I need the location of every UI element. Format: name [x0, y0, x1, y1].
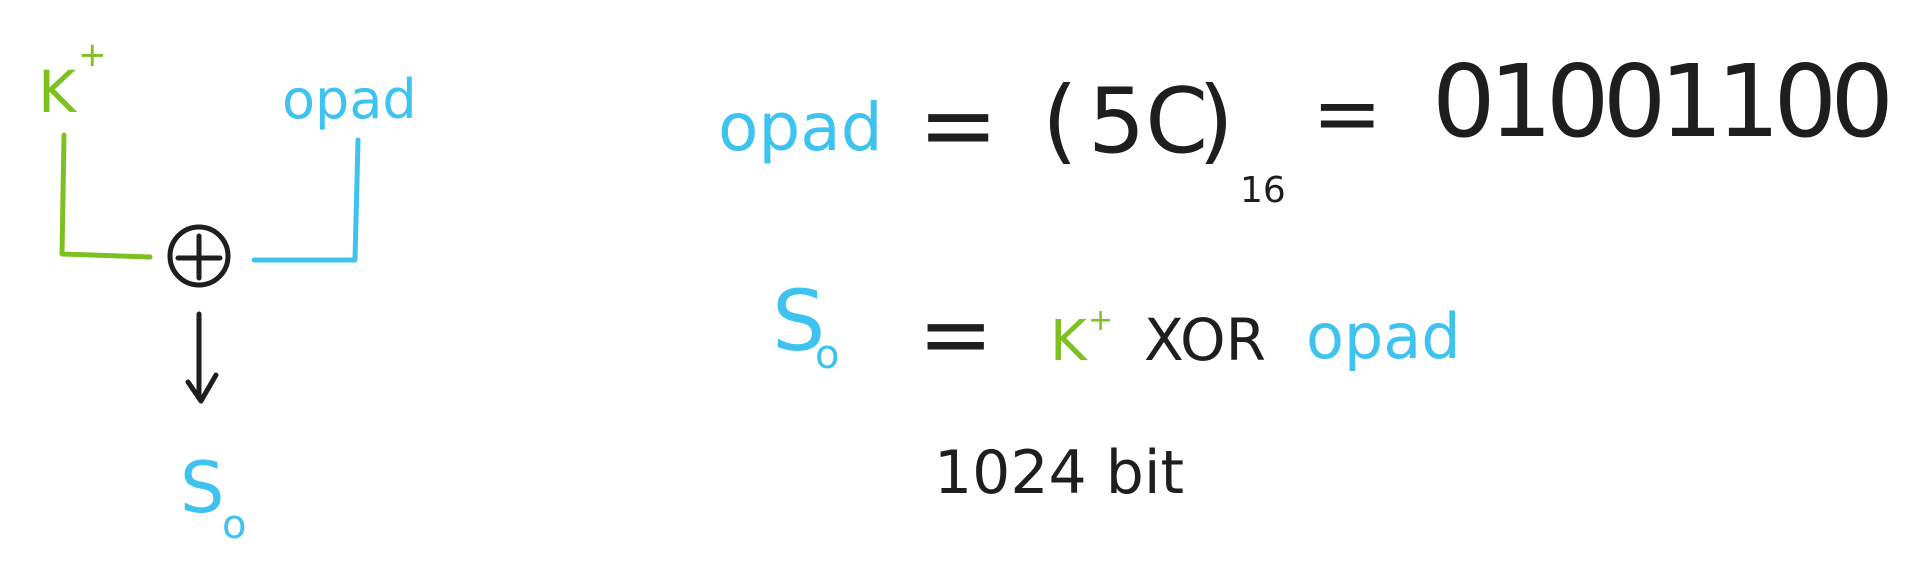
- k-plus-connector: [59, 132, 153, 260]
- output-s-subscript: o: [222, 502, 246, 548]
- eq2-xor-operator: XOR: [1144, 306, 1266, 374]
- diagram-canvas: K + opad S o opad = ( 5C ) 16 = 01001100…: [38, 35, 1894, 548]
- eq1-hex-close-paren: ): [1198, 67, 1234, 174]
- eq1-binary: 01001100: [1432, 43, 1894, 160]
- eq2-k-label: K: [1050, 309, 1088, 374]
- down-arrow-icon: [185, 311, 219, 404]
- eq2-k-superscript: +: [1088, 303, 1113, 338]
- eq2-s-subscript: o: [815, 332, 839, 378]
- opad-label: opad: [282, 68, 417, 131]
- eq1-opad: opad: [718, 89, 883, 166]
- eq1-hex-value: 5C: [1088, 69, 1208, 174]
- xor-icon: [167, 224, 231, 288]
- eq1-equals: =: [918, 69, 998, 181]
- k-plus-label: K: [38, 58, 78, 126]
- eq1-hex-base: 16: [1240, 170, 1286, 211]
- eq1-equals-2: =: [1312, 64, 1382, 162]
- output-s-label: S: [180, 447, 224, 529]
- eq1-hex-open-paren: (: [1042, 67, 1078, 174]
- k-plus-superscript: +: [78, 35, 107, 75]
- size-note: 1024 bit: [934, 438, 1184, 508]
- eq2-opad: opad: [1306, 300, 1461, 373]
- opad-connector: [251, 137, 361, 263]
- eq2-equals: =: [918, 282, 993, 387]
